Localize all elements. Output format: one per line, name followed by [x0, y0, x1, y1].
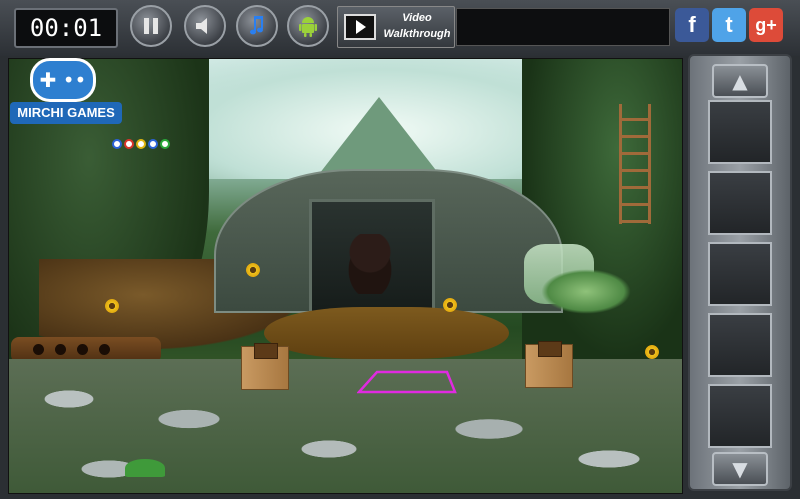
- android-button[interactable]: [287, 5, 329, 47]
- timer: 00:01: [14, 8, 118, 48]
- bush[interactable]: [541, 269, 631, 314]
- walkthrough-label-line2: Walkthrough: [383, 28, 451, 40]
- right-ruin-wall: [522, 59, 682, 359]
- twitter-icon: t: [725, 12, 733, 37]
- inventory-slot[interactable]: [708, 313, 772, 377]
- ladder[interactable]: [619, 104, 651, 224]
- sunflower[interactable]: [645, 345, 659, 359]
- progress-dot: [148, 139, 158, 149]
- top-bar: 00:01 Video Walkthrough f t g+: [0, 0, 800, 56]
- inventory-panel: ▲ ▼: [688, 54, 792, 491]
- progress-dots: [112, 139, 170, 149]
- stone-floor: [9, 359, 682, 493]
- progress-dot: [136, 139, 146, 149]
- progress-dot: [112, 139, 122, 149]
- gamepad-icon: ✚ ••: [30, 58, 96, 102]
- music-note-icon: [250, 16, 263, 35]
- muddy-pond: [264, 307, 509, 359]
- inventory-slot[interactable]: [708, 384, 772, 448]
- up-arrow-icon: ▲: [732, 69, 748, 93]
- log-hole: [77, 344, 88, 355]
- pause-button[interactable]: [130, 5, 172, 47]
- portal-outline[interactable]: [357, 370, 457, 394]
- pause-icon: [144, 18, 158, 34]
- message-box: [456, 8, 670, 46]
- sound-button[interactable]: [184, 5, 226, 47]
- bird-statue[interactable]: [343, 234, 397, 294]
- inventory-up-button[interactable]: ▲: [712, 64, 768, 98]
- video-icon: [344, 14, 376, 40]
- green-leaf[interactable]: [125, 459, 165, 477]
- speaker-icon: [196, 18, 207, 34]
- down-arrow-icon: ▼: [732, 457, 748, 481]
- facebook-button[interactable]: f: [675, 8, 709, 42]
- facebook-icon: f: [688, 12, 696, 37]
- inventory-slot[interactable]: [708, 171, 772, 235]
- log-hole: [33, 344, 44, 355]
- android-icon: [299, 17, 317, 37]
- twitter-button[interactable]: t: [712, 8, 746, 42]
- walkthrough-label-line1: Video: [402, 12, 432, 24]
- sunflower[interactable]: [246, 263, 260, 277]
- sunflower[interactable]: [105, 299, 119, 313]
- googleplus-icon: g+: [755, 15, 777, 35]
- log-hole: [99, 344, 110, 355]
- music-button[interactable]: [236, 5, 278, 47]
- googleplus-button[interactable]: g+: [749, 8, 783, 42]
- sunflower[interactable]: [443, 298, 457, 312]
- inventory-down-button[interactable]: ▼: [712, 452, 768, 486]
- log-hole: [55, 344, 66, 355]
- wooden-box-left[interactable]: [241, 343, 289, 390]
- progress-dot: [160, 139, 170, 149]
- brand-name: MIRCHI GAMES: [10, 102, 122, 124]
- mirchi-games-logo[interactable]: ✚ •• MIRCHI GAMES: [8, 58, 122, 128]
- inventory-slot[interactable]: [708, 100, 772, 164]
- video-walkthrough-button[interactable]: Video Walkthrough: [337, 6, 455, 48]
- inventory-slot[interactable]: [708, 242, 772, 306]
- wooden-box-right[interactable]: [525, 341, 573, 388]
- progress-dot: [124, 139, 134, 149]
